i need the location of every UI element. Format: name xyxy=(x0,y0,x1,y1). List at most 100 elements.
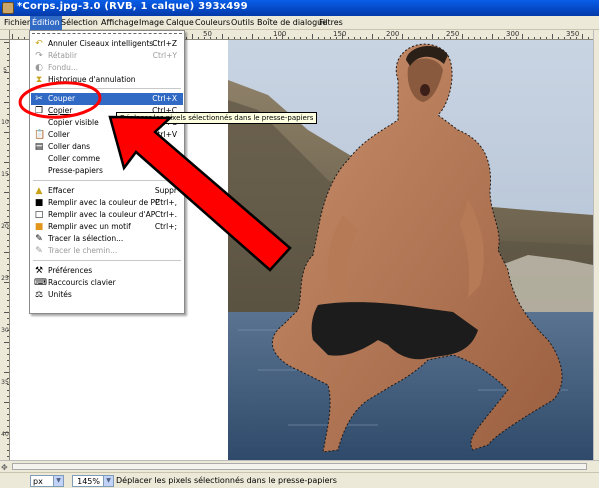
menu-item-clipboard[interactable]: Presse-papiers ▶ xyxy=(31,165,183,177)
fill-pattern-icon: ■ xyxy=(34,222,44,232)
menu-item-clear[interactable]: ▲ Effacer Suppr xyxy=(31,185,183,197)
menu-item-label: Fondu... xyxy=(48,63,79,72)
ruler-corner[interactable] xyxy=(0,30,10,40)
menu-item-redo[interactable]: ↷ Rétablir Ctrl+Y xyxy=(31,50,183,62)
menu-item-preferences[interactable]: ⚒ Préférences xyxy=(31,265,183,277)
menu-item-paste-as[interactable]: Coller comme ▶ xyxy=(31,153,183,165)
menu-item-fill-bg[interactable]: □ Remplir avec la couleur d'AP Ctrl+. xyxy=(31,209,183,221)
history-icon: ⧗ xyxy=(35,75,43,85)
paste-icon: 📋 xyxy=(34,130,46,140)
gimp-app-icon[interactable] xyxy=(2,2,14,14)
tearoff-line[interactable] xyxy=(32,33,182,37)
menu-item-label: Coller comme xyxy=(48,154,101,163)
status-bar: px ▼ 145% ▼ Déplacer les pixels sélectio… xyxy=(0,472,599,488)
title-bar[interactable]: *Corps.jpg-3.0 (RVB, 1 calque) 393x499 xyxy=(0,0,599,16)
menu-item-label: Coller xyxy=(48,130,70,139)
menu-item-label: Tracer la sélection... xyxy=(48,234,124,243)
ruler-label: 250 xyxy=(446,30,460,38)
unit-select[interactable]: px ▼ xyxy=(30,475,64,487)
menu-item-label: Préférences xyxy=(48,266,93,275)
menu-item-stroke-path[interactable]: ✎ Tracer le chemin... xyxy=(31,245,183,257)
menu-item-label: Copier visible xyxy=(48,118,99,127)
menu-filtres[interactable]: Filtres xyxy=(319,18,343,27)
menu-separator xyxy=(33,88,181,89)
menu-item-shortcut: Ctrl+Y xyxy=(152,51,177,60)
menu-item-paste-into[interactable]: ▤ Coller dans xyxy=(31,141,183,153)
menu-item-label: Unités xyxy=(48,290,72,299)
ruler-label: 350 xyxy=(566,30,580,38)
ruler-label: 35 xyxy=(1,379,9,386)
ruler-label: 30 xyxy=(1,327,9,334)
menu-item-fade[interactable]: ◐ Fondu... xyxy=(31,62,183,74)
menu-item-shortcut: Ctrl+V xyxy=(152,130,177,139)
menu-selection[interactable]: Sélection xyxy=(61,18,98,27)
window-title: *Corps.jpg-3.0 (RVB, 1 calque) 393x499 xyxy=(17,1,248,12)
menu-item-label: Tracer le chemin... xyxy=(48,246,118,255)
ruler-label: 20 xyxy=(1,223,9,230)
ruler-label: 300 xyxy=(506,30,520,38)
menu-item-label: Historique d'annulation xyxy=(48,75,136,84)
menu-boite-de-dialogue[interactable]: Boîte de dialogue xyxy=(257,18,327,27)
ruler-label: 15 xyxy=(1,171,9,178)
chevron-down-icon[interactable]: ▼ xyxy=(53,476,63,486)
menu-item-cut[interactable]: ✂ Couper Ctrl+X xyxy=(31,93,183,105)
menu-fichier[interactable]: Fichier xyxy=(4,18,30,27)
menu-item-units[interactable]: ⚖ Unités xyxy=(31,289,183,301)
menu-item-label: Copier xyxy=(48,106,73,115)
scissors-icon: ✂ xyxy=(35,94,43,104)
vertical-scrollbar[interactable] xyxy=(593,30,599,460)
menu-calque[interactable]: Calque xyxy=(166,18,194,27)
units-icon: ⚖ xyxy=(34,290,44,300)
stroke-path-icon: ✎ xyxy=(35,246,43,256)
vertical-ruler[interactable]: 5 10 15 20 25 30 35 40 xyxy=(0,40,10,460)
ruler-label: 100 xyxy=(273,30,287,38)
menu-separator xyxy=(33,180,181,181)
menu-item-label: Remplir avec un motif xyxy=(48,222,131,231)
menu-couleurs[interactable]: Couleurs xyxy=(195,18,230,27)
eraser-icon: ▲ xyxy=(35,186,43,196)
menu-item-shortcut: Ctrl+Z xyxy=(152,39,177,48)
paste-into-icon: ▤ xyxy=(34,142,44,152)
menu-item-fill-fg[interactable]: ■ Remplir avec la couleur de PP Ctrl+, xyxy=(31,197,183,209)
menu-item-history[interactable]: ⧗ Historique d'annulation xyxy=(31,74,183,86)
menu-image[interactable]: Image xyxy=(139,18,164,27)
chevron-down-icon[interactable]: ▼ xyxy=(103,476,113,486)
menu-edition[interactable]: Édition xyxy=(30,16,62,30)
ruler-label: 200 xyxy=(386,30,400,38)
undo-icon: ↶ xyxy=(35,39,43,49)
submenu-arrow-icon: ▶ xyxy=(174,166,180,174)
menu-outils[interactable]: Outils xyxy=(231,18,254,27)
menu-item-stroke-selection[interactable]: ✎ Tracer la sélection... xyxy=(31,233,183,245)
edit-menu-dropdown: ↶ Annuler Ciseaux intelligents Ctrl+Z ↷ … xyxy=(29,30,185,314)
menu-item-shortcut: Suppr xyxy=(154,186,177,195)
menu-item-keyboard-shortcuts[interactable]: ⌨ Raccourcis clavier xyxy=(31,277,183,289)
menu-affichage[interactable]: Affichage xyxy=(101,18,139,27)
navigate-icon[interactable]: ✥ xyxy=(1,463,8,472)
menu-item-undo[interactable]: ↶ Annuler Ciseaux intelligents Ctrl+Z xyxy=(31,38,183,50)
fill-fg-icon: ■ xyxy=(34,198,44,208)
menu-bar: Fichier Édition Sélection Affichage Imag… xyxy=(0,16,599,30)
menu-item-shortcut: Ctrl+. xyxy=(154,210,177,219)
menu-item-fill-pattern[interactable]: ■ Remplir avec un motif Ctrl+; xyxy=(31,221,183,233)
photo-layer[interactable] xyxy=(228,40,593,460)
submenu-arrow-icon: ▶ xyxy=(174,154,180,162)
menu-item-label: Annuler Ciseaux intelligents xyxy=(48,39,154,48)
unit-value: px xyxy=(33,477,43,486)
menu-item-shortcut: Ctrl+, xyxy=(154,198,177,207)
menu-item-label: Presse-papiers xyxy=(48,166,103,175)
menu-item-label: Remplir avec la couleur d'AP xyxy=(48,210,156,219)
ruler-label: 150 xyxy=(333,30,347,38)
menu-item-label: Remplir avec la couleur de PP xyxy=(48,198,160,207)
menu-separator xyxy=(33,260,181,261)
menu-item-label: Coller dans xyxy=(48,142,91,151)
menu-item-paste[interactable]: 📋 Coller Ctrl+V xyxy=(31,129,183,141)
copy-icon: ❐ xyxy=(34,106,44,116)
zoom-select[interactable]: 145% ▼ xyxy=(72,475,114,487)
fade-icon: ◐ xyxy=(35,63,43,73)
fill-bg-icon: □ xyxy=(34,210,44,220)
horizontal-scrollbar[interactable]: ✥ xyxy=(0,460,599,472)
menu-item-shortcut: Ctrl+X xyxy=(152,94,177,103)
scrollbar-thumb[interactable] xyxy=(12,463,587,470)
menu-item-label: Couper xyxy=(48,94,76,103)
preferences-icon: ⚒ xyxy=(34,266,44,276)
